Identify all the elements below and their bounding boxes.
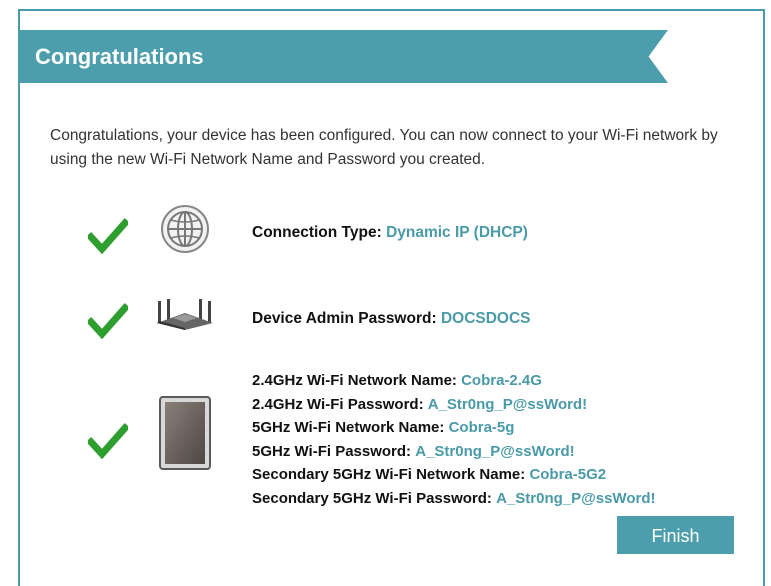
intro-text: Congratulations, your device has been co… [50,127,718,168]
title-banner: Congratulations [20,30,668,83]
admin-password-value: DOCSDOCS [440,310,531,327]
finish-button[interactable]: Finish [617,516,734,554]
wifi-5-name-label: 5GHz Wi-Fi Network Name: [252,419,445,436]
wifi-secondary-5-password-label: Secondary 5GHz Wi-Fi Password: [252,489,492,507]
wifi-secondary-5-password-value: A_Str0ng_P@ssWord! [496,489,656,507]
wifi-line-secondary-5-name: Secondary 5GHz Wi-Fi Network Name: Cobra… [252,463,655,487]
globe-icon [161,205,209,253]
router-icon [157,299,213,330]
wifi-settings-list: 2.4GHz Wi-Fi Network Name: Cobra-2.4G 2.… [252,369,655,510]
tablet-icon [159,396,211,470]
connection-type-label: Connection Type: [252,224,382,241]
admin-password-row: Device Admin Password: DOCSDOCS [252,307,531,330]
wifi-line-5-password: 5GHz Wi-Fi Password: A_Str0ng_P@ssWord! [252,440,655,464]
wifi-24-password-value: A_Str0ng_P@ssWord! [427,395,588,413]
wifi-5-name-value: Cobra-5g [448,419,515,436]
connection-type-value: Dynamic IP (DHCP) [386,224,528,241]
page: Congratulations Congratulations, your de… [0,0,771,586]
wifi-24-password-label: 2.4GHz Wi-Fi Password: [252,395,424,413]
page-title: Congratulations [35,44,204,69]
wifi-5-password-value: A_Str0ng_P@ssWord! [415,442,575,460]
wifi-secondary-5-name-label: Secondary 5GHz Wi-Fi Network Name: [252,466,526,483]
check-icon [88,303,128,339]
check-icon [88,218,128,254]
wifi-24-name-label: 2.4GHz Wi-Fi Network Name: [252,372,457,389]
connection-type-row: Connection Type: Dynamic IP (DHCP) [252,221,528,244]
setup-wizard-panel: Congratulations Congratulations, your de… [18,9,765,586]
wifi-24-name-value: Cobra-2.4G [461,372,542,389]
wifi-line-secondary-5-password: Secondary 5GHz Wi-Fi Password: A_Str0ng_… [252,487,655,511]
wifi-secondary-5-name-value: Cobra-5G2 [529,466,607,483]
wifi-line-5-name: 5GHz Wi-Fi Network Name: Cobra-5g [252,416,655,440]
admin-password-label: Device Admin Password: [252,310,437,327]
wifi-line-24-password: 2.4GHz Wi-Fi Password: A_Str0ng_P@ssWord… [252,393,655,417]
wifi-5-password-label: 5GHz Wi-Fi Password: [252,442,412,460]
check-icon [88,423,128,459]
wifi-line-24-name: 2.4GHz Wi-Fi Network Name: Cobra-2.4G [252,369,655,393]
